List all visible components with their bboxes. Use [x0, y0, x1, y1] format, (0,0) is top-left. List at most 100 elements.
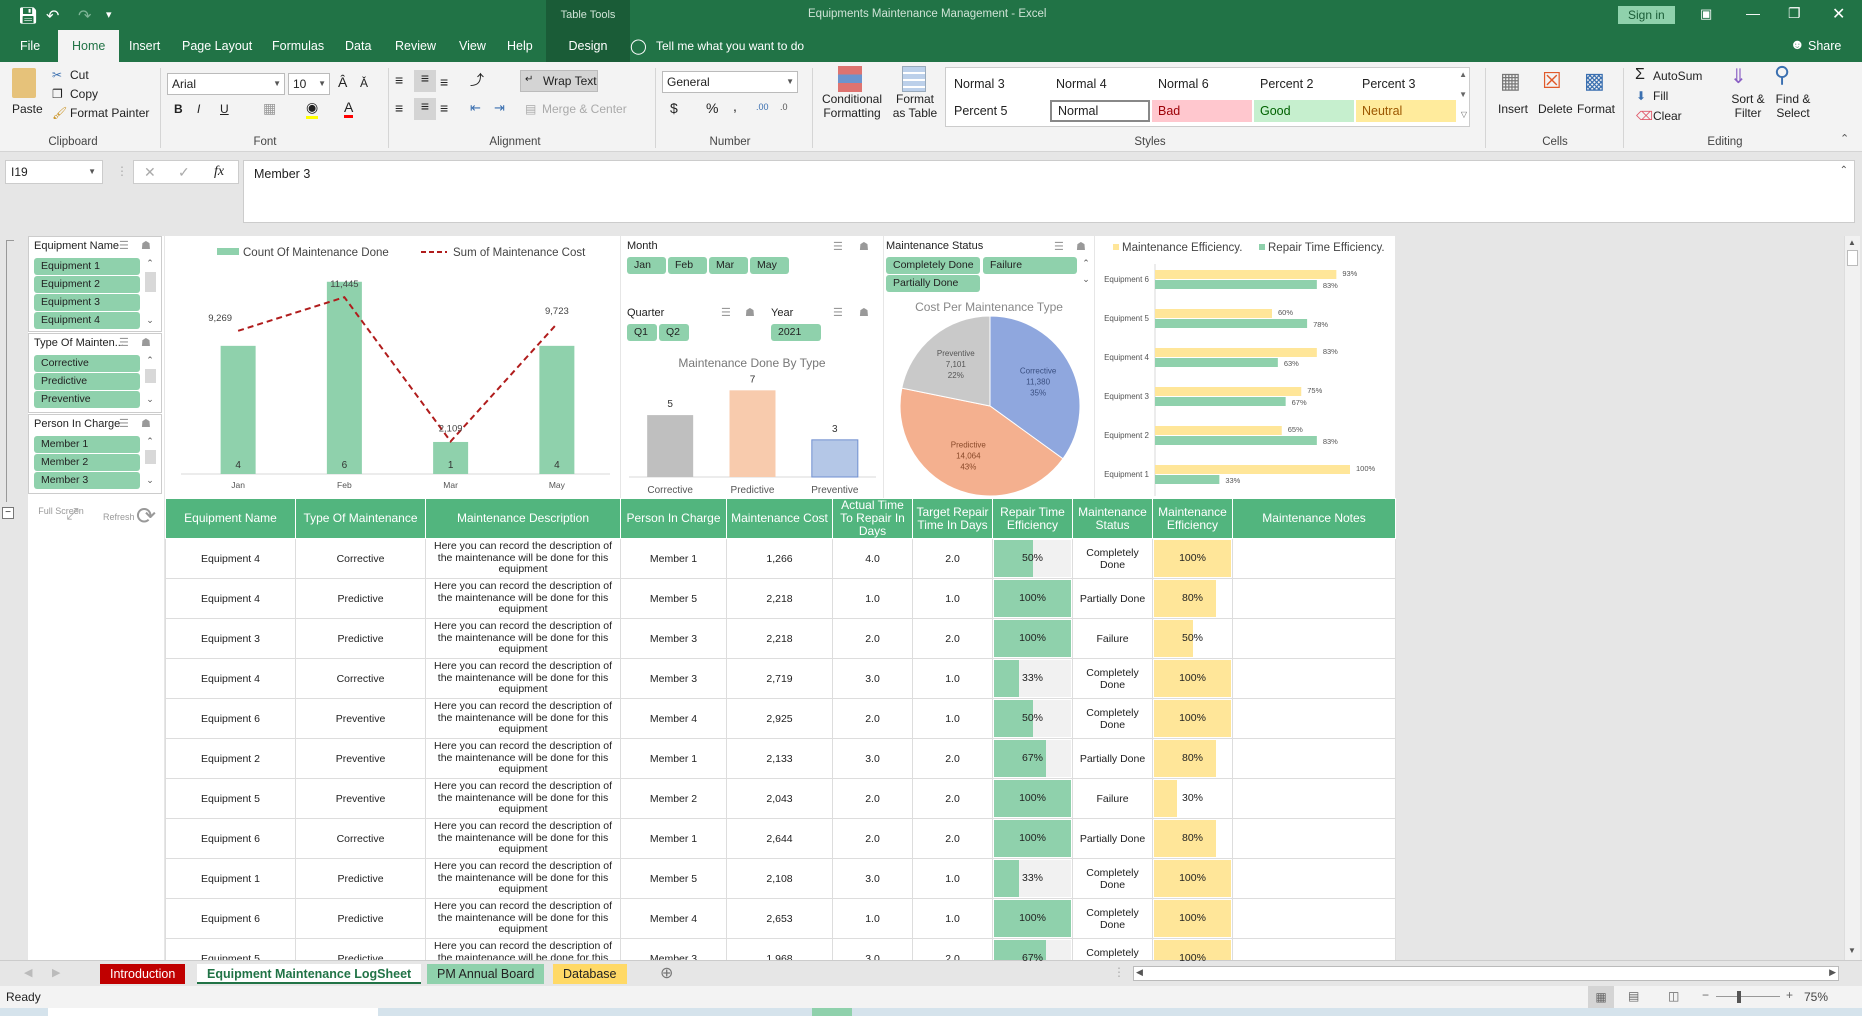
slicer-item[interactable]: Equipment 2: [34, 276, 140, 293]
increase-indent-icon[interactable]: ⇥: [494, 100, 505, 116]
cell-person[interactable]: Member 1: [620, 538, 727, 579]
header-maintenance-status[interactable]: Maintenance Status: [1072, 498, 1153, 539]
collapse-group-button[interactable]: −: [2, 507, 14, 519]
cell-cost[interactable]: 2,719: [726, 658, 833, 699]
cell-status[interactable]: Partially Done: [1072, 578, 1153, 619]
scroll-down-icon[interactable]: ▼: [1848, 946, 1856, 955]
style-normal-6[interactable]: Normal 6: [1152, 73, 1252, 95]
cell-status[interactable]: Completely Done: [1072, 698, 1153, 739]
multi-select-icon[interactable]: ☰: [119, 239, 129, 252]
wrap-text-button[interactable]: ↵ Wrap Text: [520, 70, 598, 92]
cell-target-time[interactable]: 1.0: [912, 578, 993, 619]
align-right-icon[interactable]: ≡: [440, 100, 448, 116]
cell-type[interactable]: Corrective: [295, 538, 426, 579]
insert-button[interactable]: Insert: [1498, 102, 1528, 116]
tab-page-layout[interactable]: Page Layout: [170, 30, 264, 62]
cell-person[interactable]: Member 3: [620, 618, 727, 659]
refresh-button[interactable]: Refresh: [103, 512, 135, 522]
cell-equipment[interactable]: Equipment 6: [165, 898, 296, 939]
slicer-item[interactable]: Equipment 1: [34, 258, 140, 275]
cell-maintenance-efficiency[interactable]: 30%: [1152, 778, 1233, 819]
number-format-select[interactable]: General ▼: [662, 71, 798, 93]
cell-equipment[interactable]: Equipment 1: [165, 858, 296, 899]
tab-view[interactable]: View: [447, 30, 498, 62]
cell-status[interactable]: Completely Done: [1072, 658, 1153, 699]
scroll-down-icon[interactable]: ⌄: [144, 394, 156, 405]
cell-actual-time[interactable]: 2.0: [832, 818, 913, 859]
cell-notes[interactable]: [1232, 698, 1396, 739]
tab-review[interactable]: Review: [383, 30, 448, 62]
sheet-tab-introduction[interactable]: Introduction: [100, 964, 186, 984]
zoom-slider[interactable]: [1716, 996, 1780, 997]
cell-maintenance-efficiency[interactable]: 100%: [1152, 858, 1233, 899]
cell-person[interactable]: Member 4: [620, 898, 727, 939]
style-bad[interactable]: Bad: [1152, 100, 1252, 122]
cell-target-time[interactable]: 1.0: [912, 698, 993, 739]
slicer-item[interactable]: Member 3: [34, 472, 140, 489]
tab-data[interactable]: Data: [333, 30, 383, 62]
header-actual-time[interactable]: Actual Time To Repair In Days: [832, 498, 913, 539]
slicer-item[interactable]: Member 1: [34, 436, 140, 453]
minimize-icon[interactable]: —: [1746, 5, 1760, 21]
cell-person[interactable]: Member 2: [620, 778, 727, 819]
slicer-item[interactable]: Equipment 4: [34, 312, 140, 329]
tab-help[interactable]: Help: [495, 30, 545, 62]
increase-decimal-icon[interactable]: .00: [756, 102, 769, 112]
cell-actual-time[interactable]: 2.0: [832, 778, 913, 819]
cell-maintenance-efficiency[interactable]: 80%: [1152, 818, 1233, 859]
cell-repair-efficiency[interactable]: 33%: [992, 658, 1073, 699]
format-painter-button[interactable]: Format Painter: [70, 106, 149, 120]
cell-target-time[interactable]: 2.0: [912, 778, 993, 819]
ribbon-display-options-icon[interactable]: ▣: [1700, 6, 1712, 22]
cell-person[interactable]: Member 4: [620, 698, 727, 739]
cell-type[interactable]: Preventive: [295, 778, 426, 819]
cell-type[interactable]: Preventive: [295, 698, 426, 739]
cell-target-time[interactable]: 1.0: [912, 898, 993, 939]
cell-type[interactable]: Corrective: [295, 658, 426, 699]
scrollbar-thumb[interactable]: [145, 369, 156, 383]
cell-equipment[interactable]: Equipment 4: [165, 538, 296, 579]
scroll-up-icon[interactable]: ⌃: [144, 355, 156, 366]
cell-notes[interactable]: [1232, 778, 1396, 819]
cell-cost[interactable]: 2,043: [726, 778, 833, 819]
multi-select-icon[interactable]: ☰: [119, 417, 129, 430]
cell-target-time[interactable]: 2.0: [912, 538, 993, 579]
zoom-slider-thumb[interactable]: [1737, 991, 1742, 1003]
scroll-left-icon[interactable]: ◀: [1136, 967, 1143, 978]
header-maintenance-cost[interactable]: Maintenance Cost: [726, 498, 833, 539]
cell-cost[interactable]: 2,133: [726, 738, 833, 779]
fill-button[interactable]: Fill: [1653, 89, 1668, 103]
style-normal-3[interactable]: Normal 3: [948, 73, 1048, 95]
cell-repair-efficiency[interactable]: 50%: [992, 698, 1073, 739]
refresh-icon[interactable]: ⟳: [136, 502, 156, 531]
cell-person[interactable]: Member 3: [620, 658, 727, 699]
slicer-item[interactable]: Equipment 3: [34, 294, 140, 311]
cell-description[interactable]: Here you can record the description of t…: [425, 738, 621, 779]
next-sheet-icon[interactable]: ▶: [52, 966, 60, 979]
sort-filter-button[interactable]: Sort & Filter: [1726, 92, 1770, 120]
cell-person[interactable]: Member 5: [620, 578, 727, 619]
header-maintenance-description[interactable]: Maintenance Description: [425, 498, 621, 539]
cell-equipment[interactable]: Equipment 4: [165, 658, 296, 699]
prev-sheet-icon[interactable]: ◀: [24, 966, 32, 979]
format-as-table-button[interactable]: Format as Table: [890, 92, 940, 120]
decrease-indent-icon[interactable]: ⇤: [470, 100, 481, 116]
tab-formulas[interactable]: Formulas: [260, 30, 336, 62]
share-icon[interactable]: ☻: [1790, 36, 1805, 52]
cell-repair-efficiency[interactable]: 100%: [992, 818, 1073, 859]
delete-button[interactable]: Delete: [1538, 102, 1573, 116]
cell-equipment[interactable]: Equipment 2: [165, 738, 296, 779]
cell-type[interactable]: Preventive: [295, 738, 426, 779]
enter-icon[interactable]: ✓: [178, 164, 190, 181]
undo-icon[interactable]: ↶: [46, 6, 59, 26]
cell-repair-efficiency[interactable]: 67%: [992, 738, 1073, 779]
collapse-formula-bar-icon[interactable]: ⌃: [1840, 165, 1848, 176]
style-percent-3[interactable]: Percent 3: [1356, 73, 1456, 95]
header-type-of-maintenance[interactable]: Type Of Maintenance: [295, 498, 426, 539]
page-layout-view-icon[interactable]: ▤: [1628, 989, 1639, 1003]
merge-center-button[interactable]: Merge & Center: [542, 102, 627, 116]
cell-actual-time[interactable]: 4.0: [832, 538, 913, 579]
tab-insert[interactable]: Insert: [117, 30, 172, 62]
insert-function-icon[interactable]: fx: [214, 164, 224, 180]
zoom-in-icon[interactable]: +: [1786, 988, 1793, 1002]
